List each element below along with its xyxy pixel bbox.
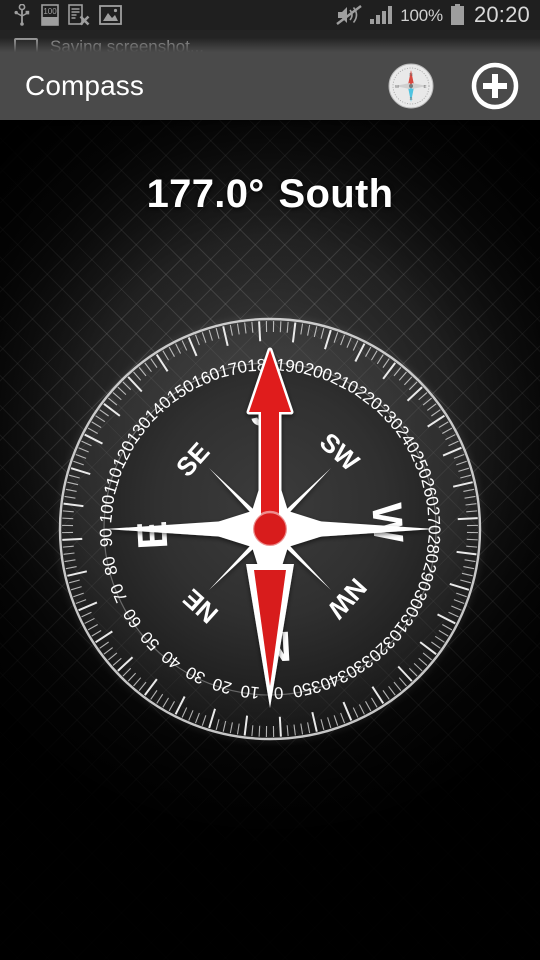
svg-text:E: E bbox=[423, 84, 426, 89]
status-bar-right-icons: 100% 20:20 bbox=[336, 4, 540, 26]
app-bar: Compass N S W E bbox=[0, 52, 540, 120]
heading-cardinal: South bbox=[278, 172, 394, 216]
add-icon bbox=[471, 62, 519, 110]
svg-text:100: 100 bbox=[43, 7, 57, 16]
battery-icon bbox=[450, 4, 464, 25]
clock-label: 20:20 bbox=[473, 2, 530, 27]
notification-peek-fade bbox=[0, 30, 540, 52]
heading-readout: 177.0° South bbox=[0, 172, 540, 217]
cardinal-label-e: E bbox=[128, 520, 176, 550]
degree-label-0: 0 bbox=[273, 683, 283, 702]
document-error-icon bbox=[68, 4, 90, 26]
degree-label-10: 10 bbox=[239, 681, 260, 702]
image-icon bbox=[99, 5, 122, 25]
signal-bars-icon bbox=[370, 6, 393, 24]
svg-text:S: S bbox=[409, 96, 412, 101]
degree-label-100: 100 bbox=[96, 494, 118, 524]
sound-mute-icon bbox=[336, 5, 362, 25]
compass-calibrate-icon: N S W E bbox=[388, 63, 434, 109]
status-bar-left-icons: 100 bbox=[0, 4, 336, 26]
degree-label-270: 270 bbox=[424, 506, 444, 535]
page-title: Compass bbox=[25, 70, 144, 101]
status-bar: 100 100% 20:20 bbox=[0, 0, 540, 30]
degree-label-90: 90 bbox=[96, 528, 116, 548]
compass-calibrate-button[interactable]: N S W E bbox=[380, 55, 442, 117]
degree-label-280: 280 bbox=[422, 534, 444, 564]
add-button[interactable] bbox=[464, 55, 526, 117]
cardinal-label-w: W bbox=[363, 502, 412, 544]
compass-content-area: 177.0° South 0 10 20 30 40 50 60 70 80 9… bbox=[0, 120, 540, 960]
heading-degrees: 177.0° bbox=[146, 172, 265, 216]
storage-100-icon: 100 bbox=[41, 4, 59, 26]
battery-percent-label: 100% bbox=[400, 5, 443, 25]
compass-dial[interactable]: 0 10 20 30 40 50 60 70 80 90 100 110 120 130 140 150 160… bbox=[45, 304, 495, 754]
usb-icon bbox=[14, 4, 30, 26]
compass-app-screen: 177.0° South 0 10 20 30 40 50 60 70 80 9… bbox=[0, 0, 540, 960]
svg-text:N: N bbox=[409, 72, 412, 77]
